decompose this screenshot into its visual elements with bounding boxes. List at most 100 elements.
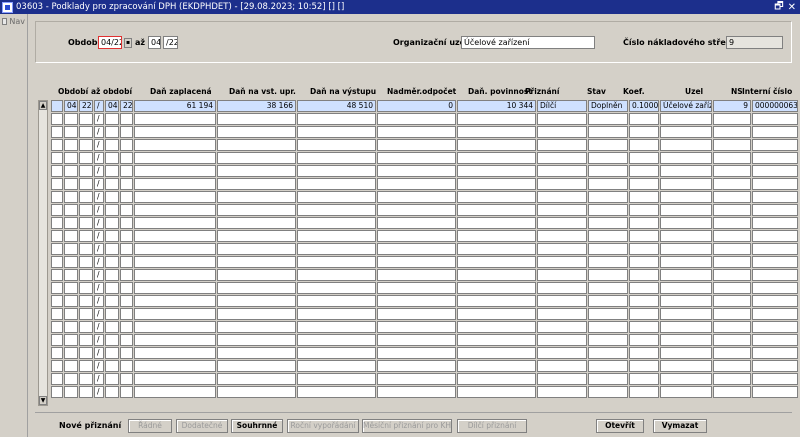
row-check-cell[interactable] — [51, 191, 63, 203]
table-row[interactable]: / — [35, 295, 800, 308]
interni-cislo-cell[interactable] — [752, 373, 798, 385]
nadmer-cell[interactable] — [377, 308, 456, 320]
az-year-cell[interactable] — [120, 373, 133, 385]
dan-vystup-cell[interactable] — [297, 178, 376, 190]
koef-cell[interactable] — [629, 373, 659, 385]
ns-cell[interactable] — [713, 204, 751, 216]
dan-povinnost-cell[interactable] — [457, 321, 536, 333]
dan-povinnost-cell[interactable] — [457, 386, 536, 398]
obdobi-year-cell[interactable] — [79, 347, 93, 359]
koef-cell[interactable] — [629, 139, 659, 151]
dan-zaplacena-cell[interactable] — [134, 269, 216, 281]
priznani-cell[interactable] — [537, 256, 587, 268]
table-row[interactable]: / — [35, 204, 800, 217]
dan-vst-cell[interactable] — [217, 217, 296, 229]
interni-cislo-cell[interactable] — [752, 282, 798, 294]
obdobi-month-cell[interactable] — [64, 334, 78, 346]
az-month-cell[interactable] — [105, 321, 119, 333]
uzel-cell[interactable] — [660, 113, 712, 125]
priznani-cell[interactable] — [537, 139, 587, 151]
obdobi-year-cell[interactable] — [79, 152, 93, 164]
obdobi-month-cell[interactable] — [64, 178, 78, 190]
koef-cell[interactable] — [629, 113, 659, 125]
obdobi-year-cell[interactable] — [79, 243, 93, 255]
uzel-cell[interactable] — [660, 334, 712, 346]
table-row[interactable]: / — [35, 373, 800, 386]
obdobi-month-cell[interactable] — [64, 269, 78, 281]
priznani-cell[interactable] — [537, 243, 587, 255]
nadmer-cell[interactable] — [377, 152, 456, 164]
az-month-cell[interactable] — [105, 191, 119, 203]
nadmer-cell[interactable] — [377, 321, 456, 333]
dan-povinnost-cell[interactable]: 10 344 — [457, 100, 536, 112]
interni-cislo-cell[interactable] — [752, 360, 798, 372]
uzel-cell[interactable] — [660, 282, 712, 294]
dan-vst-cell[interactable] — [217, 282, 296, 294]
nadmer-cell[interactable] — [377, 178, 456, 190]
ns-cell[interactable] — [713, 308, 751, 320]
obdobi-month-cell[interactable] — [64, 230, 78, 242]
mesicni-priznani-button[interactable]: Měsíční přiznání pro KH — [362, 419, 452, 433]
az-year-cell[interactable] — [120, 308, 133, 320]
dan-povinnost-cell[interactable] — [457, 204, 536, 216]
koef-cell[interactable] — [629, 295, 659, 307]
obdobi-year-cell[interactable] — [79, 269, 93, 281]
slash-cell[interactable]: / — [94, 230, 104, 242]
table-row[interactable]: / — [35, 243, 800, 256]
slash-cell[interactable]: / — [94, 139, 104, 151]
dan-vst-cell[interactable] — [217, 139, 296, 151]
row-check-cell[interactable] — [51, 308, 63, 320]
obdobi-year-cell[interactable] — [79, 321, 93, 333]
stav-cell[interactable] — [588, 269, 628, 281]
row-check-cell[interactable] — [51, 360, 63, 372]
uzel-cell[interactable] — [660, 126, 712, 138]
ns-cell[interactable] — [713, 178, 751, 190]
dan-vst-cell[interactable] — [217, 152, 296, 164]
obdobi-year-cell[interactable] — [79, 373, 93, 385]
uzel-cell[interactable] — [660, 217, 712, 229]
az-month-cell[interactable] — [105, 230, 119, 242]
obdobi-year-cell[interactable] — [79, 334, 93, 346]
obdobi-month-cell[interactable] — [64, 386, 78, 398]
nadmer-cell[interactable] — [377, 139, 456, 151]
dan-vystup-cell[interactable] — [297, 308, 376, 320]
obdobi-year-cell[interactable] — [79, 230, 93, 242]
az-year-cell[interactable] — [120, 217, 133, 229]
uzel-cell[interactable] — [660, 295, 712, 307]
az-year-cell[interactable] — [120, 230, 133, 242]
priznani-cell[interactable] — [537, 282, 587, 294]
priznani-cell[interactable] — [537, 347, 587, 359]
dan-vystup-cell[interactable] — [297, 373, 376, 385]
priznani-cell[interactable]: Dílčí — [537, 100, 587, 112]
obdobi-year-cell[interactable] — [79, 165, 93, 177]
uzel-cell[interactable] — [660, 165, 712, 177]
az-year-cell[interactable] — [120, 165, 133, 177]
table-row[interactable]: / — [35, 139, 800, 152]
org-uzel-field[interactable]: Účelové zařízení — [461, 36, 595, 49]
priznani-cell[interactable] — [537, 360, 587, 372]
koef-cell[interactable] — [629, 308, 659, 320]
obdobi-year-cell[interactable] — [79, 217, 93, 229]
az-month-cell[interactable] — [105, 113, 119, 125]
dan-zaplacena-cell[interactable] — [134, 243, 216, 255]
obdobi-from-input[interactable]: 04/22 — [98, 36, 122, 49]
koef-cell[interactable] — [629, 152, 659, 164]
vymazat-button[interactable]: Vymazat — [653, 419, 707, 433]
ns-cell[interactable] — [713, 373, 751, 385]
ns-cell[interactable] — [713, 243, 751, 255]
slash-cell[interactable]: / — [94, 295, 104, 307]
dan-zaplacena-cell[interactable] — [134, 386, 216, 398]
obdobi-month-cell[interactable] — [64, 204, 78, 216]
az-year-cell[interactable] — [120, 178, 133, 190]
dan-vystup-cell[interactable] — [297, 360, 376, 372]
dan-povinnost-cell[interactable] — [457, 126, 536, 138]
az-month-cell[interactable] — [105, 139, 119, 151]
slash-cell[interactable]: / — [94, 321, 104, 333]
stav-cell[interactable] — [588, 243, 628, 255]
koef-cell[interactable] — [629, 334, 659, 346]
dan-zaplacena-cell[interactable] — [134, 373, 216, 385]
table-row[interactable]: / — [35, 165, 800, 178]
row-check-cell[interactable] — [51, 347, 63, 359]
dan-povinnost-cell[interactable] — [457, 282, 536, 294]
stav-cell[interactable] — [588, 334, 628, 346]
